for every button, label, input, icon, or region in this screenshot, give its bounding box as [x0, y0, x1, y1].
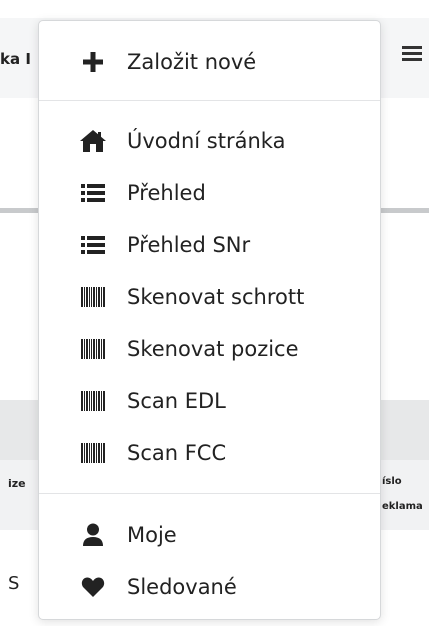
table-column-header-right[interactable]: íslo	[382, 476, 402, 487]
menu-item-label: Scan FCC	[127, 441, 227, 465]
menu-item-scan-edl[interactable]: Scan EDL	[39, 376, 380, 426]
hamburger-menu-icon[interactable]	[402, 43, 424, 65]
table-column-header-left[interactable]: ize	[8, 477, 26, 490]
screen: ka I ize íslo eklama S Založit nové Úvod…	[0, 0, 429, 626]
menu-item-label: Moje	[127, 523, 177, 547]
user-icon	[79, 521, 107, 549]
menu-item-label: Úvodní stránka	[127, 129, 286, 153]
menu-divider	[39, 493, 380, 494]
list-icon	[79, 231, 107, 259]
navbar-brand-fragment[interactable]: ka I	[0, 50, 31, 68]
menu-item-label: Přehled	[127, 181, 206, 205]
menu-item-watched[interactable]: Sledované	[39, 562, 380, 612]
barcode-icon	[79, 387, 107, 415]
menu-divider	[39, 100, 380, 101]
barcode-icon	[79, 283, 107, 311]
home-icon	[79, 127, 107, 155]
menu-item-label: Přehled SNr	[127, 233, 251, 257]
menu-item-create-new[interactable]: Založit nové	[39, 37, 380, 87]
barcode-icon	[79, 439, 107, 467]
barcode-icon	[79, 335, 107, 363]
menu-item-label: Založit nové	[127, 50, 257, 74]
table-column-header-right-line2: eklama	[382, 501, 423, 512]
menu-item-my[interactable]: Moje	[39, 510, 380, 560]
dropdown-menu: Založit nové Úvodní stránka Přehled Přeh…	[38, 20, 381, 620]
menu-item-label: Sledované	[127, 575, 237, 599]
menu-item-label: Skenovat pozice	[127, 337, 299, 361]
menu-item-scan-scrap[interactable]: Skenovat schrott	[39, 272, 380, 322]
plus-icon	[79, 48, 107, 76]
table-cell: S	[8, 573, 20, 594]
menu-item-label: Skenovat schrott	[127, 285, 305, 309]
menu-item-overview[interactable]: Přehled	[39, 168, 380, 218]
menu-item-home[interactable]: Úvodní stránka	[39, 116, 380, 166]
list-icon	[79, 179, 107, 207]
menu-item-scan-fcc[interactable]: Scan FCC	[39, 428, 380, 478]
menu-item-scan-positions[interactable]: Skenovat pozice	[39, 324, 380, 374]
menu-item-label: Scan EDL	[127, 389, 226, 413]
heart-icon	[79, 573, 107, 601]
menu-item-overview-snr[interactable]: Přehled SNr	[39, 220, 380, 270]
